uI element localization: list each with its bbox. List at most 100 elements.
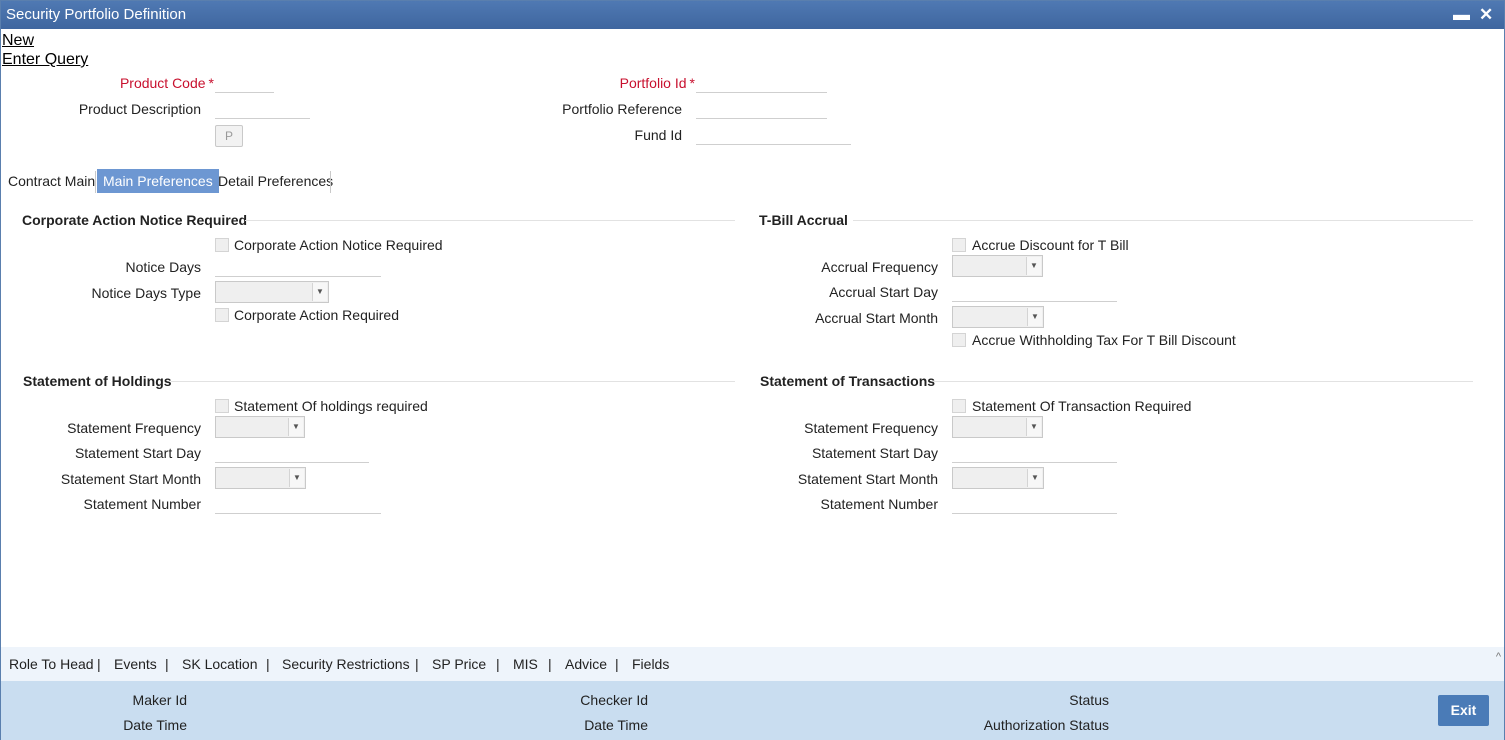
accrue-discount-checkbox[interactable] — [952, 238, 966, 252]
tab-separator — [95, 171, 96, 193]
chevron-down-icon: ▼ — [312, 283, 327, 301]
accrual-frequency-label: Accrual Frequency — [821, 259, 938, 275]
collapse-icon[interactable]: ^ — [1496, 651, 1501, 663]
notice-days-label: Notice Days — [125, 259, 201, 275]
transactions-statement-start-month-select[interactable]: ▼ — [952, 467, 1044, 489]
section-divider — [933, 381, 1473, 382]
notice-days-type-select[interactable]: ▼ — [215, 281, 329, 303]
statement-of-holdings-required-label: Statement Of holdings required — [234, 398, 428, 414]
footer-separator: | — [548, 656, 552, 672]
product-code-input[interactable] — [215, 73, 274, 93]
portfolio-id-input[interactable] — [696, 73, 827, 93]
corporate-action-required-checkbox[interactable] — [215, 308, 229, 322]
footer-link-advice[interactable]: Advice — [565, 656, 607, 672]
corporate-action-required-label: Corporate Action Required — [234, 307, 399, 323]
footer-separator: | — [266, 656, 270, 672]
notice-days-input[interactable] — [215, 257, 381, 277]
holdings-statement-frequency-select[interactable]: ▼ — [215, 416, 305, 438]
corporate-action-notice-required-label: Corporate Action Notice Required — [234, 237, 443, 253]
audit-panel: Maker Id Date Time Checker Id Date Time … — [1, 681, 1504, 740]
footer-link-sk-location[interactable]: SK Location — [182, 656, 258, 672]
footer-separator: | — [496, 656, 500, 672]
maker-id-label: Maker Id — [132, 692, 187, 708]
corporate-action-notice-required-checkbox[interactable] — [215, 238, 229, 252]
fund-id-label: Fund Id — [634, 127, 682, 143]
accrue-discount-label: Accrue Discount for T Bill — [972, 237, 1129, 253]
p-button[interactable]: P — [215, 125, 243, 147]
portfolio-id-label: Portfolio Id * — [619, 75, 695, 91]
transactions-statement-number-label: Statement Number — [820, 496, 939, 512]
tab-main-preferences[interactable]: Main Preferences — [97, 169, 219, 193]
security-portfolio-window: Security Portfolio Definition ▬ ✕ New En… — [0, 0, 1505, 740]
section-divider — [853, 220, 1473, 221]
footer-link-events[interactable]: Events — [114, 656, 157, 672]
footer-link-security-restrictions[interactable]: Security Restrictions — [282, 656, 410, 672]
transactions-statement-start-month-label: Statement Start Month — [797, 471, 938, 487]
chevron-down-icon: ▼ — [288, 418, 303, 436]
chevron-down-icon: ▼ — [1026, 257, 1041, 275]
footer-navigation: Role To Head | Events | SK Location | Se… — [1, 647, 1504, 681]
transactions-statement-number-input[interactable] — [952, 494, 1117, 514]
accrue-withholding-label: Accrue Withholding Tax For T Bill Discou… — [972, 332, 1236, 348]
accrual-start-day-input[interactable] — [952, 282, 1117, 302]
accrual-frequency-select[interactable]: ▼ — [952, 255, 1043, 277]
tab-contract-main[interactable]: Contract Main — [2, 169, 101, 193]
product-description-label: Product Description — [78, 101, 201, 117]
statement-of-transactions-section-title: Statement of Transactions — [760, 373, 936, 389]
statement-of-transaction-required-label: Statement Of Transaction Required — [972, 398, 1192, 414]
section-divider — [171, 381, 735, 382]
footer-separator: | — [615, 656, 619, 672]
checker-date-time-label: Date Time — [584, 717, 648, 733]
fund-id-input[interactable] — [696, 125, 851, 145]
portfolio-reference-input[interactable] — [696, 99, 827, 119]
section-divider — [245, 220, 735, 221]
tab-detail-preferences[interactable]: Detail Preferences — [212, 169, 339, 193]
holdings-statement-start-day-input[interactable] — [215, 443, 369, 463]
corporate-action-section-title: Corporate Action Notice Required — [22, 212, 248, 228]
transactions-statement-frequency-select[interactable]: ▼ — [952, 416, 1043, 438]
footer-link-fields[interactable]: Fields — [632, 656, 669, 672]
footer-separator: | — [415, 656, 419, 672]
accrual-start-month-select[interactable]: ▼ — [952, 306, 1044, 328]
product-description-input[interactable] — [215, 99, 310, 119]
transactions-statement-frequency-label: Statement Frequency — [804, 420, 938, 436]
holdings-statement-start-day-label: Statement Start Day — [74, 445, 201, 461]
holdings-statement-number-input[interactable] — [215, 494, 381, 514]
chevron-down-icon: ▼ — [1026, 418, 1041, 436]
product-code-label: Product Code * — [119, 75, 214, 91]
holdings-statement-start-month-label: Statement Start Month — [60, 471, 201, 487]
status-label: Status — [1069, 692, 1109, 708]
chevron-down-icon: ▼ — [1027, 469, 1042, 487]
statement-of-transaction-required-checkbox[interactable] — [952, 399, 966, 413]
chevron-down-icon: ▼ — [1027, 308, 1042, 326]
new-link[interactable]: New — [2, 32, 34, 50]
footer-link-mis[interactable]: MIS — [513, 656, 538, 672]
accrual-start-month-label: Accrual Start Month — [815, 310, 938, 326]
tab-separator — [330, 171, 331, 193]
maker-date-time-label: Date Time — [123, 717, 187, 733]
statement-of-holdings-section-title: Statement of Holdings — [23, 373, 172, 389]
close-icon[interactable]: ✕ — [1479, 5, 1493, 25]
statement-of-holdings-required-checkbox[interactable] — [215, 399, 229, 413]
minimize-icon[interactable]: ▬ — [1453, 5, 1470, 25]
holdings-statement-start-month-select[interactable]: ▼ — [215, 467, 306, 489]
accrual-start-day-label: Accrual Start Day — [829, 284, 938, 300]
transactions-statement-start-day-input[interactable] — [952, 443, 1117, 463]
authorization-status-label: Authorization Status — [983, 717, 1109, 733]
footer-link-role-to-head[interactable]: Role To Head — [9, 656, 94, 672]
chevron-down-icon: ▼ — [289, 469, 304, 487]
exit-button[interactable]: Exit — [1438, 695, 1489, 726]
checker-id-label: Checker Id — [580, 692, 648, 708]
enter-query-link[interactable]: Enter Query — [2, 51, 88, 69]
accrue-withholding-checkbox[interactable] — [952, 333, 966, 347]
window-title: Security Portfolio Definition — [6, 6, 187, 23]
footer-link-sp-price[interactable]: SP Price — [432, 656, 486, 672]
title-bar: Security Portfolio Definition ▬ ✕ — [1, 1, 1504, 29]
footer-separator: | — [165, 656, 169, 672]
notice-days-type-label: Notice Days Type — [91, 285, 201, 301]
holdings-statement-number-label: Statement Number — [83, 496, 202, 512]
tbill-accrual-section-title: T-Bill Accrual — [759, 212, 848, 228]
portfolio-reference-label: Portfolio Reference — [562, 101, 682, 117]
footer-separator: | — [97, 656, 101, 672]
transactions-statement-start-day-label: Statement Start Day — [811, 445, 938, 461]
